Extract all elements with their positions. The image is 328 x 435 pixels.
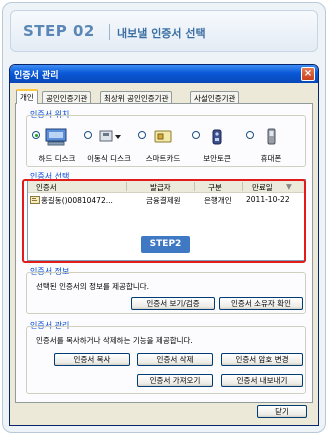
step2-badge: STEP2 (141, 236, 190, 253)
verify-owner-button[interactable]: 인증서 소유자 확인 (219, 297, 303, 310)
tab-private-ca[interactable]: 사설인증기관 (190, 91, 240, 103)
certificate-manager-dialog: 인증서 관리 × 개인 공인인증기관 최상위 공인인증기관 사설인증기관 인증서… (9, 64, 319, 426)
security-token-label: 보안토큰 (203, 154, 231, 163)
view-certificate-button[interactable]: 인증서 보기/검증 (131, 297, 215, 310)
import-certificate-button[interactable]: 인증서 가져오기 (137, 374, 213, 387)
info-description: 선택된 인증서의 정보를 제공합니다. (36, 282, 150, 291)
security-token-icon (212, 129, 222, 145)
close-button[interactable]: 닫기 (257, 405, 307, 418)
mobile-phone-radio[interactable] (246, 131, 254, 139)
removable-disk-icon (99, 130, 121, 142)
copy-certificate-button[interactable]: 인증서 복사 (54, 353, 130, 366)
removable-disk-label: 이동식 디스크 (87, 154, 131, 163)
dialog-title: 인증서 관리 (14, 71, 59, 81)
tab-public-ca[interactable]: 공인인증기관 (42, 91, 92, 103)
step-divider (109, 24, 110, 40)
security-token-radio[interactable] (192, 131, 200, 139)
tab-root-ca[interactable]: 최상위 공인인증기관 (100, 91, 173, 103)
smartcard-label: 스마트카드 (145, 154, 181, 163)
step-header: STEP 02 내보낼 인증서 선택 (10, 10, 318, 52)
step-title: 내보낼 인증서 선택 (117, 27, 206, 40)
mobile-phone-icon (267, 128, 276, 145)
tab-personal[interactable]: 개인 (16, 89, 38, 104)
hard-disk-radio[interactable] (32, 131, 40, 139)
smartcard-icon (154, 130, 172, 143)
mobile-phone-label: 휴대폰 (260, 154, 282, 163)
delete-certificate-button[interactable]: 인증서 삭제 (137, 353, 213, 366)
export-certificate-button[interactable]: 인증서 내보내기 (221, 374, 303, 387)
smartcard-radio[interactable] (138, 131, 146, 139)
step-number: STEP 02 (23, 22, 95, 40)
dialog-titlebar[interactable]: 인증서 관리 × (10, 65, 318, 83)
manage-description: 인증서를 복사하거나 삭제하는 기능을 제공합니다. (36, 336, 193, 345)
hard-disk-icon (45, 128, 67, 146)
change-password-button[interactable]: 인증서 암호 변경 (221, 353, 303, 366)
removable-disk-radio[interactable] (84, 131, 92, 139)
close-icon[interactable]: × (301, 67, 315, 81)
hard-disk-label: 하드 디스크 (38, 154, 76, 163)
